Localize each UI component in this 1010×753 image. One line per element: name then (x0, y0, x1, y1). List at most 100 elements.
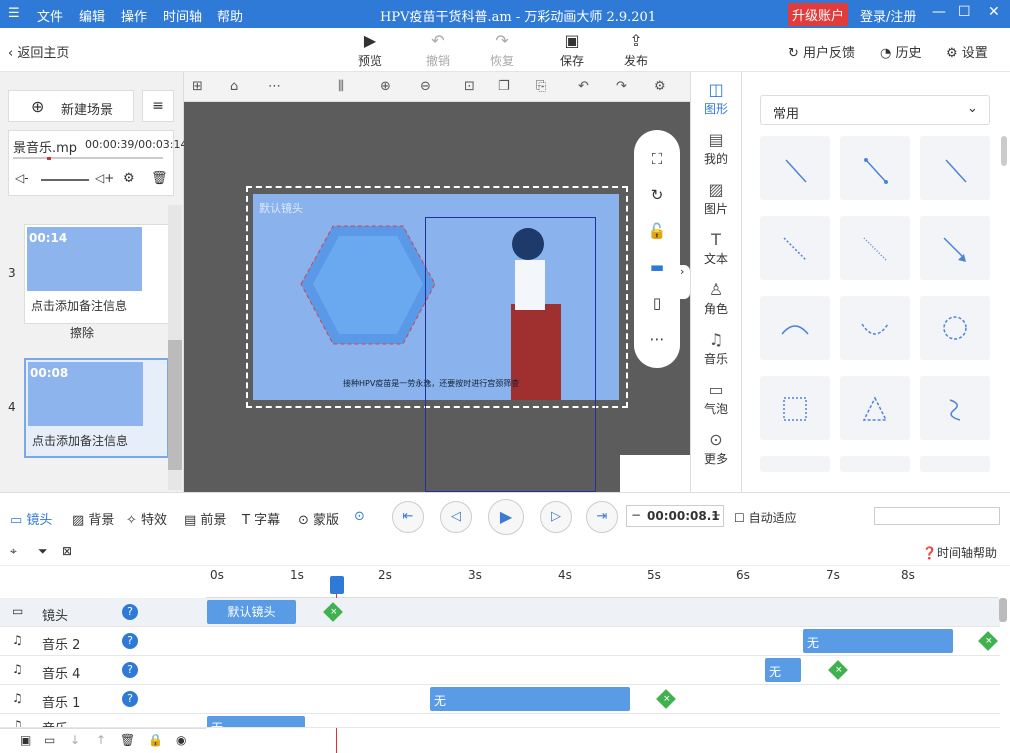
upgrade-button[interactable]: 升级账户 (788, 3, 849, 26)
home-icon[interactable]: ⌂ (230, 79, 238, 94)
prev-scene-icon[interactable]: ⇤ (392, 501, 424, 533)
image-icon[interactable]: ▣ (20, 733, 31, 747)
category-role[interactable]: ♙ 角色 (690, 280, 742, 317)
delete-icon[interactable]: 🗑 (120, 733, 135, 747)
playhead-handle[interactable] (330, 576, 344, 594)
shape-scrollbar[interactable] (1001, 136, 1007, 166)
lock-icon[interactable]: 🔒 (148, 733, 163, 747)
add-keyframe-icon[interactable]: + (323, 602, 343, 622)
paste-icon[interactable]: ⎘ (536, 79, 546, 94)
music-clip[interactable]: 无 (430, 687, 630, 711)
publish-button[interactable]: ⇪ 发布 (616, 30, 656, 69)
category-text[interactable]: T 文本 (690, 230, 742, 267)
add-keyframe-icon[interactable]: + (828, 660, 848, 680)
arrow-up-icon[interactable]: ↑ (96, 733, 106, 747)
history-link[interactable]: ◔ 历史 (880, 42, 922, 61)
menu-edit[interactable]: 编辑 (79, 6, 105, 25)
close-icon[interactable]: ✕ (988, 4, 1000, 20)
scene-note[interactable]: 点击添加备注信息 (32, 432, 128, 449)
shape-dotted-line[interactable] (760, 216, 830, 280)
canvas-settings-icon[interactable]: ⚙ (654, 79, 666, 94)
shape-spiral[interactable] (920, 376, 990, 440)
shape-line-dots[interactable] (840, 136, 910, 200)
tab-background[interactable]: ▨ 背景 (72, 509, 114, 528)
help-icon[interactable]: ? (122, 662, 138, 678)
clear-icon[interactable]: ⊠ (62, 544, 72, 558)
maximize-icon[interactable]: ☐ (958, 4, 971, 20)
play-icon[interactable]: ▶ (488, 499, 524, 535)
lock-icon[interactable]: ⊡ (464, 79, 475, 94)
settings-link[interactable]: ⚙ 设置 (946, 42, 988, 61)
menu-file[interactable]: 文件 (37, 6, 63, 25)
shape-more[interactable] (920, 456, 990, 472)
category-mine[interactable]: ▤ 我的 (690, 130, 742, 167)
shape-line-end[interactable] (920, 136, 990, 200)
timeline-help-link[interactable]: ❓时间轴帮助 (922, 544, 997, 561)
help-icon[interactable]: ? (122, 691, 138, 707)
unlock-icon[interactable]: 🔓 (634, 222, 680, 240)
minimap-icon[interactable] (620, 455, 690, 492)
align-icon[interactable]: ⫼ (338, 79, 344, 94)
canvas-undo-icon[interactable]: ↶ (578, 79, 589, 94)
tab-mask[interactable]: ⊙ 蒙版 (298, 509, 339, 528)
shape-rect[interactable] (760, 376, 830, 440)
shape-arc-arrow[interactable] (840, 296, 910, 360)
transition-label[interactable]: 擦除 (70, 324, 94, 341)
tab-more-icon[interactable]: ⊙ (354, 509, 365, 524)
category-image[interactable]: ▨ 图片 (690, 180, 742, 217)
music-clip[interactable]: 无 (765, 658, 801, 682)
auto-fit-checkbox[interactable]: ☐ 自动适应 (734, 509, 797, 526)
shape-category-select[interactable]: 常用 ⌄ (760, 95, 990, 125)
volume-down-icon[interactable]: ◁- (15, 171, 29, 185)
tab-camera[interactable]: ▭ 镜头 (10, 509, 52, 528)
music-clip[interactable]: 无 (207, 716, 305, 727)
add-keyframe-icon[interactable]: + (978, 631, 998, 651)
tab-foreground[interactable]: ▤ 前景 (184, 509, 226, 528)
scene-list-icon[interactable]: ≡ (142, 90, 174, 122)
help-icon[interactable]: ? (122, 604, 138, 620)
target-icon[interactable]: ⌖ (10, 544, 17, 559)
minus-icon[interactable]: − (631, 508, 641, 522)
arrow-down-icon[interactable]: ↓ (70, 733, 80, 747)
add-keyframe-icon[interactable]: + (656, 689, 676, 709)
category-music[interactable]: ♫ 音乐 (690, 330, 742, 367)
next-frame-icon[interactable]: ▷ (540, 501, 572, 533)
shape-arrow[interactable] (920, 216, 990, 280)
plus-icon[interactable]: + (711, 508, 721, 522)
category-more[interactable]: ⊙ 更多 (690, 430, 742, 467)
feedback-link[interactable]: ↻ 用户反馈 (788, 42, 855, 61)
shape-dashed-line[interactable] (840, 216, 910, 280)
redo-button[interactable]: ↷ 恢复 (482, 30, 522, 69)
track-music-2[interactable]: ♫ 音乐 2 ? 无 + (0, 627, 1000, 656)
save-button[interactable]: ▣ 保存 (552, 30, 592, 69)
music-delete-icon[interactable]: 🗑 (151, 171, 168, 186)
zoom-in-icon[interactable]: ⊕ (380, 79, 391, 94)
scene-note[interactable]: 点击添加备注信息 (31, 297, 127, 314)
more-options-icon[interactable]: ⋯ (634, 330, 680, 348)
next-scene-icon[interactable]: ⇥ (586, 501, 618, 533)
app-logo-icon[interactable]: ☰ (8, 6, 20, 21)
music-settings-icon[interactable]: ⚙ (123, 171, 135, 186)
fit-icon[interactable]: ⛶ (634, 150, 680, 168)
track-music[interactable]: ♫ 音乐 无 (0, 714, 1000, 728)
menu-action[interactable]: 操作 (121, 6, 147, 25)
prev-frame-icon[interactable]: ◁ (440, 501, 472, 533)
filter-icon[interactable]: ⏷ (38, 544, 48, 559)
time-ruler[interactable]: 0s 1s 2s 3s 4s 5s 6s 7s 8s (206, 566, 998, 598)
track-music-1[interactable]: ♫ 音乐 1 ? 无 + (0, 685, 1000, 714)
time-input[interactable]: − 00:00:08.1 + (626, 505, 724, 527)
panel-toggle-icon[interactable]: › (680, 265, 690, 299)
scene-card-3[interactable]: 00:14 点击添加备注信息 (24, 224, 169, 324)
shape-more[interactable] (840, 456, 910, 472)
menu-timeline[interactable]: 时间轴 (163, 6, 202, 25)
new-scene-button[interactable]: ⊕ 新建场景 (8, 90, 134, 122)
shape-circle[interactable] (920, 296, 990, 360)
zoom-out-icon[interactable]: ⊖ (420, 79, 431, 94)
shape-triangle[interactable] (840, 376, 910, 440)
back-home-link[interactable]: ‹ 返回主页 (8, 42, 69, 61)
track-camera[interactable]: ▭ 镜头 ? 默认镜头 + (0, 598, 1000, 627)
eye-icon[interactable]: ◉ (176, 733, 186, 747)
music-clip[interactable]: 无 (803, 629, 953, 653)
volume-up-icon[interactable]: ◁+ (95, 171, 114, 185)
canvas-redo-icon[interactable]: ↷ (616, 79, 627, 94)
